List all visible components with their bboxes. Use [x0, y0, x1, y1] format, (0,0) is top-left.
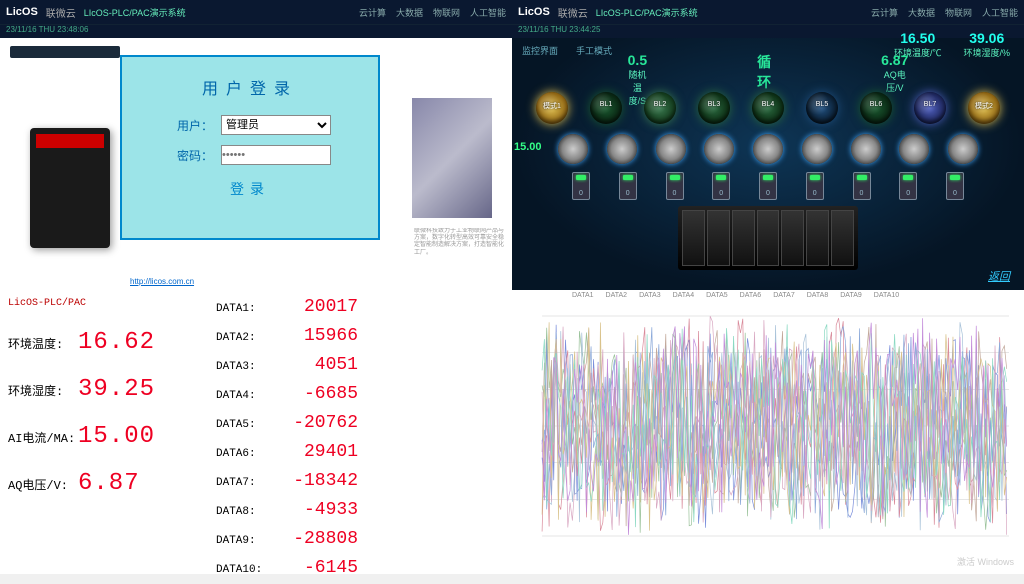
mode-light-1[interactable]: 模式1 [536, 92, 568, 124]
nav2-bigdata[interactable]: 大数据 [908, 6, 935, 19]
plc-rack-image [678, 206, 858, 270]
data4-value: -6685 [276, 384, 358, 404]
topbar-left: LicOS 联微云 LIcOS-PLC/PAC演示系统 云计算 大数据 物联网 … [0, 0, 512, 24]
login-button[interactable]: 登录 [142, 179, 358, 199]
app-title2: LIcOS-PLC/PAC演示系统 [596, 6, 863, 19]
temp-label: 环境温度: [8, 335, 78, 352]
dial-4[interactable] [704, 134, 734, 164]
top-nav: 云计算 大数据 物联网 人工智能 [359, 6, 506, 19]
top-nav2: 云计算 大数据 物联网 人工智能 [871, 6, 1018, 19]
login-dialog: 用户登录 用户： 管理员 密码： 登录 [120, 55, 380, 240]
data7-value: -18342 [276, 471, 358, 491]
dials-row [558, 134, 978, 164]
panel-header: LicOS-PLC/PAC [8, 298, 202, 309]
promo-text: 联微科技致力于工业物联网产品与方案，数字化转型高效可靠安全稳定智能制造解决方案，… [414, 228, 504, 290]
nav-cloud[interactable]: 云计算 [359, 6, 386, 19]
aq-label: AQ电压/V: [8, 476, 78, 493]
timestamp-left: 23/11/16 THU 23:48:06 [0, 24, 512, 38]
ai-label: AI电流/MA: [8, 429, 78, 446]
dashboard-screen: LicOS 联微云 LIcOS-PLC/PAC演示系统 云计算 大数据 物联网 … [512, 0, 1024, 290]
switch-6[interactable] [806, 172, 824, 200]
data1-value: 20017 [276, 297, 358, 317]
user-label: 用户： [169, 117, 213, 134]
humid-value: 39.25 [78, 376, 155, 403]
top-metrics: 16.50环境温度/℃ 39.06环境湿度/% [894, 30, 1010, 59]
dial-1[interactable] [558, 134, 588, 164]
switch-9[interactable] [946, 172, 964, 200]
chart-legend: DATA1 DATA2 DATA3 DATA4 DATA5 DATA6 DATA… [572, 292, 1004, 299]
light-bl6[interactable]: BL6 [860, 92, 892, 124]
watermark: 激活 Windows [957, 555, 1014, 568]
building-image [412, 98, 492, 218]
light-bl3[interactable]: BL3 [698, 92, 730, 124]
topbar-right: LicOS 联微云 LIcOS-PLC/PAC演示系统 云计算 大数据 物联网 … [512, 0, 1024, 24]
ai-value: 15.00 [78, 423, 155, 450]
temp-value: 16.62 [78, 329, 155, 356]
data-panel: LicOS-PLC/PAC 环境温度:16.62 环境湿度:39.25 AI电流… [0, 290, 512, 574]
login-screen: LicOS 联微云 LIcOS-PLC/PAC演示系统 云计算 大数据 物联网 … [0, 0, 512, 290]
logo2-cn: 联微云 [558, 5, 588, 20]
switch-3[interactable] [666, 172, 684, 200]
back-link[interactable]: 返回 [988, 268, 1010, 284]
data8-value: -4933 [276, 500, 358, 520]
nav2-cloud[interactable]: 云计算 [871, 6, 898, 19]
metric-humid: 39.06环境湿度/% [963, 30, 1010, 59]
chart-panel: DATA1 DATA2 DATA3 DATA4 DATA5 DATA6 DATA… [512, 290, 1024, 574]
data10-value: -6145 [276, 558, 358, 578]
data9-value: -28808 [276, 529, 358, 549]
humid-label: 环境湿度: [8, 382, 78, 399]
logo: LicOS [6, 6, 38, 18]
nav2-ai[interactable]: 人工智能 [982, 6, 1018, 19]
mode-light-2[interactable]: 模式2 [968, 92, 1000, 124]
logo2: LicOS [518, 6, 550, 18]
nav2-iot[interactable]: 物联网 [945, 6, 972, 19]
dial-2[interactable] [607, 134, 637, 164]
data6-value: 29401 [276, 442, 358, 462]
switch-4[interactable] [712, 172, 730, 200]
switch-8[interactable] [899, 172, 917, 200]
data2-value: 15966 [276, 326, 358, 346]
tab-manual[interactable]: 手工模式 [576, 44, 612, 57]
switches-row [572, 172, 964, 200]
light-bl7[interactable]: BL7 [914, 92, 946, 124]
pass-input[interactable] [221, 145, 331, 165]
nav-bigdata[interactable]: 大数据 [396, 6, 423, 19]
device-image [30, 128, 110, 248]
light-bl1[interactable]: BL1 [590, 92, 622, 124]
dial-6[interactable] [802, 134, 832, 164]
light-bl2[interactable]: BL2 [644, 92, 676, 124]
logo-cn: 联微云 [46, 5, 76, 20]
switch-2[interactable] [619, 172, 637, 200]
url-link[interactable]: http://licos.com.cn [130, 277, 194, 286]
pass-label: 密码： [169, 147, 213, 164]
switch-7[interactable] [853, 172, 871, 200]
dial-9[interactable] [948, 134, 978, 164]
switch-1[interactable] [572, 172, 590, 200]
chart-plot [522, 296, 1014, 556]
dial-3[interactable] [656, 134, 686, 164]
light-bl5[interactable]: BL5 [806, 92, 838, 124]
nav-iot[interactable]: 物联网 [433, 6, 460, 19]
aq-value: 6.87 [78, 470, 140, 497]
sensor-readings: LicOS-PLC/PAC 环境温度:16.62 环境湿度:39.25 AI电流… [0, 290, 210, 574]
light-bl4[interactable]: BL4 [752, 92, 784, 124]
dashboard-tabs: 监控界面 手工模式 [522, 44, 612, 57]
dial-8[interactable] [899, 134, 929, 164]
user-select[interactable]: 管理员 [221, 115, 331, 135]
data3-value: 4051 [276, 355, 358, 375]
data-registers: DATA1:20017 DATA2:15966 DATA3:4051 DATA4… [210, 290, 512, 574]
tab-monitor[interactable]: 监控界面 [522, 44, 558, 57]
data5-value: -20762 [276, 413, 358, 433]
lights-row: 模式1 BL1 BL2 BL3 BL4 BL5 BL6 BL7 模式2 [536, 92, 1000, 124]
dial-7[interactable] [851, 134, 881, 164]
nav-ai[interactable]: 人工智能 [470, 6, 506, 19]
switch-5[interactable] [759, 172, 777, 200]
app-title: LIcOS-PLC/PAC演示系统 [84, 6, 351, 19]
login-title: 用户登录 [142, 75, 358, 99]
dial-5[interactable] [753, 134, 783, 164]
